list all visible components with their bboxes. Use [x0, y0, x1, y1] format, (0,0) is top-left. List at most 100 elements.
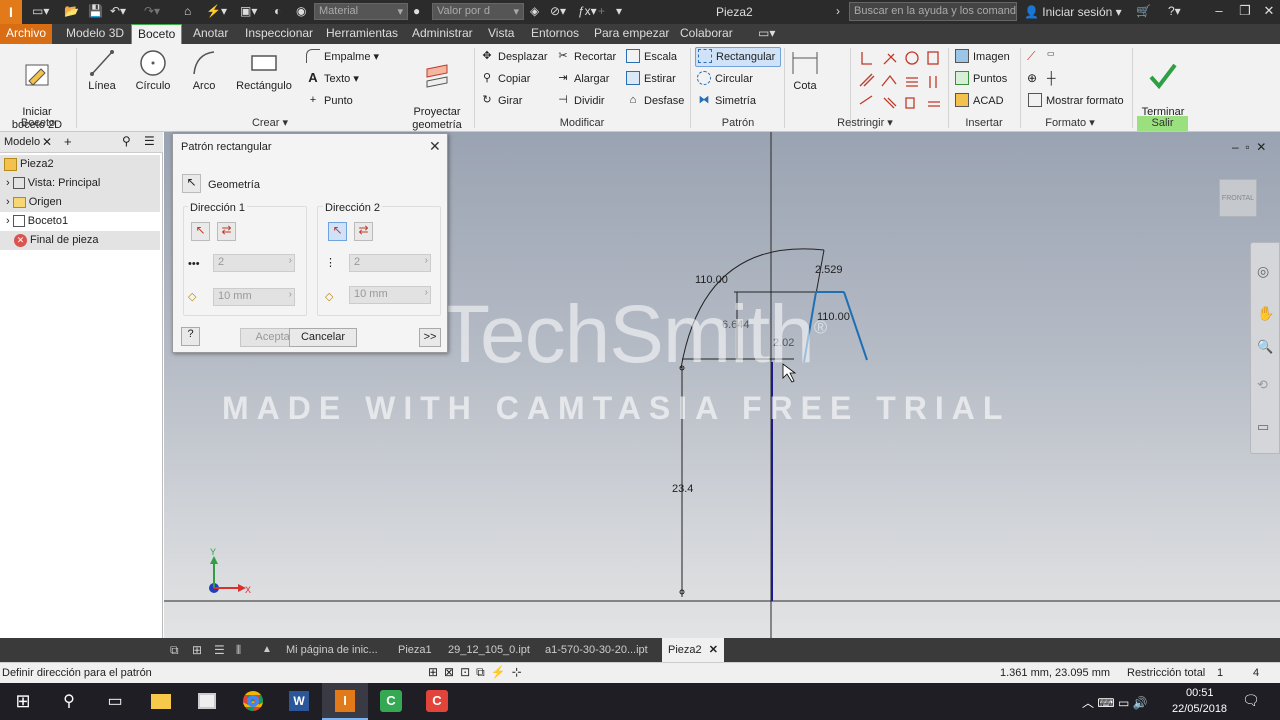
more-options-button[interactable]: >>	[419, 328, 441, 347]
tree-item-origin[interactable]: › Origen	[0, 193, 160, 212]
tab-colaborar[interactable]: Colaborar	[674, 24, 739, 44]
tab-a1-570[interactable]: a1-570-30-30-20...ipt	[545, 638, 648, 662]
expand-arrow-icon[interactable]: ›	[836, 4, 840, 18]
punto-button[interactable]: + Punto	[306, 92, 353, 112]
windows-start-icon[interactable]: ⊞	[0, 683, 46, 720]
tab-home[interactable]: Mi página de inic...	[286, 638, 378, 662]
sign-in-button[interactable]: 👤 Iniciar sesión ▾	[1024, 5, 1122, 19]
dimension-label[interactable]: 110.00	[695, 274, 728, 286]
chrome-icon[interactable]	[230, 683, 276, 720]
tab-archivo[interactable]: Archivo	[0, 24, 53, 44]
estirar-button[interactable]: Estirar	[626, 70, 676, 90]
tray-icons[interactable]: ︿ ⌨ ▭ 🔊	[1082, 694, 1148, 711]
driven-dimension-icon[interactable]: ┼	[1046, 70, 1065, 89]
dimension-label[interactable]: 23.4	[672, 483, 693, 495]
dir2-distance-arrow[interactable]: ›	[425, 287, 428, 298]
tab-inspeccionar[interactable]: Inspeccionar	[239, 24, 319, 44]
store-icon[interactable]	[184, 683, 230, 720]
help-icon[interactable]: ?	[181, 327, 200, 346]
tab-administrar[interactable]: Administrar	[406, 24, 479, 44]
tab-pieza2[interactable]: Pieza2 ✕	[662, 638, 724, 662]
dir1-distance-input[interactable]: 10 mm ›	[213, 288, 295, 306]
undo-icon[interactable]: ↶▾	[110, 4, 126, 18]
tree-item-part[interactable]: Pieza2	[0, 155, 160, 174]
show-constraints-icon[interactable]	[824, 70, 843, 89]
recortar-button[interactable]: ✂ Recortar	[556, 48, 616, 68]
minimize-button[interactable]: –	[1208, 3, 1230, 21]
tree-item-sketch[interactable]: › Boceto1	[0, 212, 160, 231]
acad-button[interactable]: ACAD	[955, 92, 1004, 112]
tab-anotar[interactable]: Anotar	[187, 24, 234, 44]
camtasia-studio-icon[interactable]: C	[414, 683, 460, 720]
tab-vista[interactable]: Vista	[482, 24, 520, 44]
desfase-button[interactable]: ⌂ Desfase	[626, 92, 685, 112]
new-icon[interactable]: ▭▾	[32, 4, 49, 18]
open-icon[interactable]: 📂	[64, 4, 79, 18]
horizontal-tile-icon[interactable]: ☰	[214, 638, 225, 662]
dividir-button[interactable]: ⊣ Dividir	[556, 92, 604, 112]
look-at-icon[interactable]: ▭	[1257, 419, 1269, 435]
select-icon[interactable]: ▣▾	[240, 4, 257, 18]
mostrar-formato-button[interactable]: Mostrar formato	[1028, 92, 1124, 112]
tab-modelo-3d[interactable]: Modelo 3D	[60, 24, 130, 44]
centerline-icon[interactable]: ▭	[1046, 48, 1065, 67]
inventor-logo[interactable]: I	[0, 0, 22, 24]
construction-icon[interactable]: ⟋	[1026, 48, 1045, 67]
circulo-button[interactable]: Círculo	[130, 48, 176, 93]
restore-button[interactable]: ❐	[1234, 3, 1256, 21]
video-options-icon[interactable]: ▭▾	[752, 24, 781, 44]
measure-icon[interactable]: ◐	[274, 4, 281, 18]
tab-29-12-105[interactable]: 29_12_105_0.ipt	[448, 638, 530, 662]
adjust-icon[interactable]: ◈	[530, 4, 539, 18]
cascade-icon[interactable]: ⧉	[170, 638, 179, 662]
empalme-button[interactable]: Empalme ▾	[306, 48, 379, 68]
rectangular-pattern-button[interactable]: Rectangular	[695, 47, 781, 67]
imagen-button[interactable]: Imagen	[955, 48, 1010, 68]
menu-icon[interactable]: ☰	[144, 134, 155, 148]
redo-icon[interactable]: ↷▾	[144, 4, 160, 18]
appearance-combo[interactable]: Valor por d ▾	[432, 3, 524, 20]
customize-icon[interactable]: ▾	[616, 4, 622, 18]
texto-button[interactable]: A Texto ▾	[306, 70, 359, 90]
proyectar-geometria-button[interactable]: Proyectar geometría	[402, 48, 472, 132]
search-icon[interactable]: ⚲	[46, 683, 92, 720]
pan-icon[interactable]: ✋	[1257, 305, 1274, 322]
profile-line-blue[interactable]	[843, 291, 868, 361]
dir1-flip-icon[interactable]: ⇄	[217, 222, 236, 241]
auto-dimension-icon[interactable]	[824, 48, 843, 67]
help-search-input[interactable]: Buscar en la ayuda y los comandos	[849, 2, 1017, 21]
simetria-button[interactable]: ⧓ Simetría	[697, 92, 756, 112]
plus-icon[interactable]: +	[598, 4, 605, 18]
relax-icon[interactable]	[824, 92, 843, 111]
dir2-count-input[interactable]: 2 ›	[349, 254, 431, 272]
tab-para-empezar[interactable]: Para empezar	[588, 24, 675, 44]
close-tab-icon[interactable]: ✕	[709, 644, 718, 656]
tile-icon[interactable]: ⊞	[192, 638, 202, 662]
update-icon[interactable]: ⚡▾	[206, 4, 227, 18]
cancelar-button[interactable]: Cancelar	[289, 328, 357, 347]
tab-pieza1[interactable]: Pieza1	[398, 638, 432, 662]
tab-list-icon[interactable]: ▲	[262, 638, 272, 662]
notifications-icon[interactable]: 🗨	[1242, 692, 1260, 709]
dialog-close-icon[interactable]: ✕	[429, 138, 441, 155]
help-icon[interactable]: ?▾	[1168, 4, 1181, 18]
cart-icon[interactable]: 🛒	[1136, 4, 1151, 18]
clock-date[interactable]: 22/05/2018	[1172, 703, 1227, 715]
arco-button[interactable]: Arco	[184, 48, 224, 93]
tab-boceto[interactable]: Boceto	[131, 24, 183, 44]
steering-wheel-icon[interactable]: ◎	[1257, 263, 1269, 280]
dir1-count-input[interactable]: 2 ›	[213, 254, 295, 272]
tree-item-view[interactable]: › Vista: Principal	[0, 174, 160, 193]
dir2-distance-input[interactable]: 10 mm ›	[349, 286, 431, 304]
dir1-select-icon[interactable]: ↖	[191, 222, 210, 241]
alargar-button[interactable]: ⇥ Alargar	[556, 70, 609, 90]
close-browser-icon[interactable]: ✕	[42, 135, 52, 149]
escala-button[interactable]: Escala	[626, 48, 677, 68]
dir2-count-arrow[interactable]: ›	[425, 255, 428, 266]
camtasia-recorder-icon[interactable]: C	[368, 683, 414, 720]
word-icon[interactable]: W	[276, 683, 322, 720]
material-combo[interactable]: Material ▾	[314, 3, 408, 20]
panel-label-formato[interactable]: Formato ▾	[1030, 116, 1110, 131]
clear-icon[interactable]: ⊘▾	[550, 4, 566, 18]
tree-item-end-of-part[interactable]: ✕ Final de pieza	[0, 231, 160, 250]
